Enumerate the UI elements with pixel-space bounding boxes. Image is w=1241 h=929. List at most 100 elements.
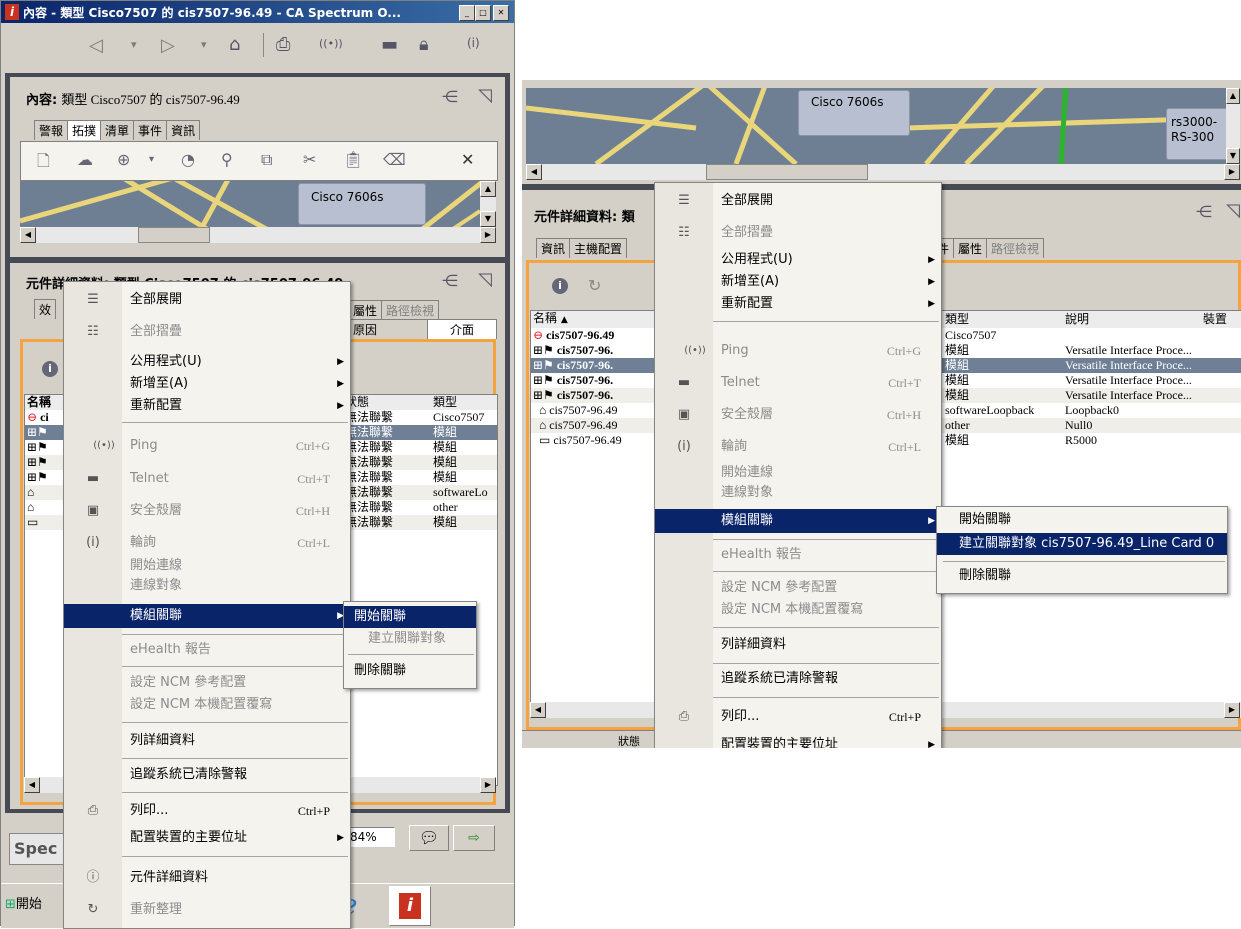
right-topology-node[interactable]: Cisco 7606s: [798, 90, 910, 136]
details-info-icon[interactable]: i: [42, 361, 58, 377]
tab-list[interactable]: 清單: [100, 120, 135, 140]
tab-partial-left[interactable]: 效: [34, 299, 57, 319]
start-button[interactable]: ⊞開始: [5, 892, 42, 918]
submenu-create-association[interactable]: 建立關聯對象 cis7507-96.49_Line Card 0: [937, 533, 1227, 555]
menu-module-association[interactable]: 模組關聯 ▶: [655, 509, 941, 533]
cut-icon[interactable]: ✂: [303, 150, 316, 169]
menu-expand-all[interactable]: ☰ 全部展開: [655, 189, 941, 213]
menu-collapse-all[interactable]: ☷ 全部摺疊: [655, 221, 941, 245]
menu-ping[interactable]: ((•)) Ping Ctrl+G: [655, 339, 941, 363]
menu-component-details[interactable]: ⓘ 元件詳細資料: [64, 866, 350, 890]
copy-icon[interactable]: ⧉: [261, 150, 272, 170]
back-dropdown-icon[interactable]: ▾: [131, 38, 137, 51]
right-info-icon[interactable]: i: [552, 278, 568, 294]
menu-utilities[interactable]: 公用程式(U) ▶: [655, 249, 941, 271]
tab-cause[interactable]: 原因: [348, 319, 428, 339]
menu-utilities[interactable]: 公用程式(U) ▶: [64, 350, 350, 374]
ping-icon[interactable]: ((•)): [319, 37, 343, 50]
menu-list-details[interactable]: 列詳細資料: [64, 729, 350, 753]
tab-topology[interactable]: 拓撲: [67, 120, 102, 140]
menu-ehealth-report[interactable]: eHealth 報告: [64, 638, 350, 662]
menu-start-connection[interactable]: 開始連線: [655, 463, 941, 483]
menu-connection-target[interactable]: 連線對象: [64, 576, 350, 596]
expand-icon[interactable]: ⊞⚑: [27, 455, 48, 469]
tab-host-config[interactable]: 主機配置: [569, 238, 628, 258]
column-header-status[interactable]: 狀態: [343, 395, 431, 410]
speed-icon[interactable]: ◔: [181, 150, 195, 169]
tab-path-view[interactable]: 路徑檢視: [381, 300, 440, 320]
menu-primary-address[interactable]: 配置裝置的主要位址 ▶: [655, 733, 941, 748]
menu-poll[interactable]: (i) 輪詢 Ctrl+L: [64, 531, 350, 555]
column-header-type[interactable]: 類型: [943, 311, 1063, 328]
right-topology-vscroll[interactable]: ▲ ▼: [1226, 88, 1240, 164]
menu-print[interactable]: ⎙ 列印... Ctrl+P: [64, 799, 350, 823]
tab-alarms[interactable]: 警報: [34, 120, 69, 140]
tab-info[interactable]: 資訊: [166, 120, 201, 140]
add-dropdown-icon[interactable]: ▾: [149, 154, 154, 165]
spectrum-taskbar-icon[interactable]: i: [389, 886, 431, 926]
maximize-button[interactable]: □: [475, 5, 491, 21]
monitor-icon[interactable]: ▬: [381, 34, 398, 55]
menu-ping[interactable]: ((•)) Ping Ctrl+G: [64, 434, 350, 458]
menu-ssh[interactable]: ▣ 安全殼層 Ctrl+H: [655, 403, 941, 427]
menu-list-details[interactable]: 列詳細資料: [655, 633, 941, 657]
menu-ncm-reference[interactable]: 設定 NCM 參考配置: [64, 672, 350, 694]
right-collapse-icon[interactable]: ◹: [1226, 200, 1240, 221]
submenu-create-association[interactable]: 建立關聯對象: [344, 628, 476, 650]
right-topology-view[interactable]: Cisco 7606s rs3000- RS-300: [526, 88, 1226, 164]
menu-ehealth-report[interactable]: eHealth 報告: [655, 543, 941, 567]
menu-telnet[interactable]: ▬ Telnet Ctrl+T: [655, 371, 941, 395]
tab-attributes[interactable]: 屬性: [953, 238, 988, 258]
column-header-desc[interactable]: 說明: [1063, 311, 1201, 328]
tab-path-view[interactable]: 路徑檢視: [986, 238, 1045, 258]
chat-button[interactable]: 💬︎: [409, 825, 449, 851]
menu-ncm-reference[interactable]: 設定 NCM 參考配置: [655, 577, 941, 599]
right-topology-node2[interactable]: rs3000- RS-300: [1166, 108, 1226, 160]
collapse-triangle-icon[interactable]: ◹: [478, 85, 492, 106]
menu-refresh[interactable]: ↻ 重新整理: [64, 898, 350, 922]
menu-telnet[interactable]: ▬ Telnet Ctrl+T: [64, 467, 350, 491]
submenu-delete-association[interactable]: 刪除關聯: [344, 660, 476, 682]
details-collapse-icon[interactable]: ◹: [478, 269, 492, 290]
column-header-type[interactable]: 類型: [431, 395, 497, 410]
tab-info[interactable]: 資訊: [536, 238, 571, 258]
menu-connection-target[interactable]: 連線對象: [655, 483, 941, 503]
menu-reconfigure[interactable]: 重新配置 ▶: [64, 394, 350, 418]
menu-ncm-local-override[interactable]: 設定 NCM 本機配置覆寫: [655, 599, 941, 621]
add-node-icon[interactable]: ⊕: [117, 150, 130, 169]
minimize-button[interactable]: _: [459, 5, 475, 21]
menu-track-cleared-alarms[interactable]: 追蹤系統已清除警報: [64, 763, 350, 787]
search-node-icon[interactable]: ⚲: [221, 150, 233, 169]
tab-events[interactable]: 事件: [133, 120, 168, 140]
right-share-icon[interactable]: ⋲: [1196, 202, 1212, 221]
menu-module-association[interactable]: 模組關聯 ▶: [64, 604, 350, 628]
menu-ncm-local-override[interactable]: 設定 NCM 本機配置覆寫: [64, 694, 350, 716]
forward-dropdown-icon[interactable]: ▾: [201, 38, 207, 51]
expand-icon[interactable]: ⊞⚑: [27, 440, 48, 454]
connect-button[interactable]: ⇨: [453, 825, 495, 851]
add-link-icon[interactable]: ☁: [77, 150, 93, 169]
share-icon[interactable]: ⋲: [442, 87, 458, 106]
menu-new-to[interactable]: 新增至(A) ▶: [655, 271, 941, 293]
topology-node[interactable]: Cisco 7606s: [298, 183, 426, 225]
menu-expand-all[interactable]: ☰ 全部展開: [64, 288, 350, 312]
submenu-start-association[interactable]: 開始關聯: [344, 606, 476, 628]
menu-primary-address[interactable]: 配置裝置的主要位址 ▶: [64, 826, 350, 850]
menu-start-connection[interactable]: 開始連線: [64, 556, 350, 576]
details-share-icon[interactable]: ⋲: [442, 271, 458, 290]
menu-reconfigure[interactable]: 重新配置 ▶: [655, 293, 941, 315]
menu-ssh[interactable]: ▣ 安全殼層 Ctrl+H: [64, 499, 350, 523]
forward-arrow-icon[interactable]: ▷: [161, 35, 175, 56]
menu-poll[interactable]: (i) 輪詢 Ctrl+L: [655, 435, 941, 459]
submenu-start-association[interactable]: 開始關聯: [937, 509, 1227, 531]
poll-icon[interactable]: (i): [467, 36, 480, 50]
delete-x-icon[interactable]: ✕: [461, 150, 474, 169]
right-refresh-icon[interactable]: ↻: [588, 276, 601, 295]
column-header-device[interactable]: 裝置: [1201, 311, 1241, 328]
menu-track-cleared-alarms[interactable]: 追蹤系統已清除警報: [655, 667, 941, 691]
topology-vscroll[interactable]: ▲ ▼: [480, 181, 496, 227]
new-doc-icon[interactable]: 🗋︎: [37, 150, 50, 177]
topology-hscroll[interactable]: ◀ ▶: [20, 227, 496, 243]
menu-collapse-all[interactable]: ☷ 全部摺疊: [64, 320, 350, 344]
column-header-name[interactable]: 名稱 ▲: [531, 311, 651, 328]
